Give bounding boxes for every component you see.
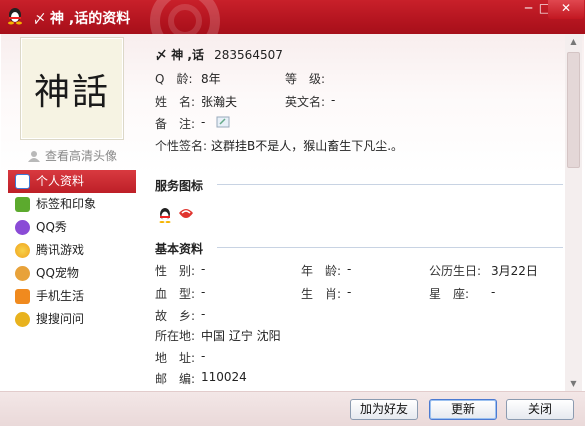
title-mark: 〆 [33, 12, 47, 27]
add-friend-button[interactable]: 加为好友 [350, 399, 418, 420]
age-label: 年 龄: [301, 264, 342, 278]
sidebar-item-label: QQ秀 [36, 220, 67, 234]
blood-type-value: - [201, 285, 206, 299]
location-value: 中国 辽宁 沈阳 [201, 329, 281, 343]
avatar[interactable]: 神話 [20, 37, 124, 140]
sidebar-item-profile[interactable]: 个人资料 [8, 170, 136, 193]
name-label: 姓 名: [155, 95, 196, 109]
zip-label: 邮 编: [155, 372, 196, 386]
scroll-up-arrow-icon[interactable]: ▲ [565, 34, 582, 49]
sidebar-item-mobile[interactable]: 手机生活 [8, 285, 136, 308]
qq-penguin-service-icon[interactable] [157, 207, 173, 223]
gender-label: 性 别: [155, 264, 196, 278]
tag-person-icon [15, 197, 30, 212]
birthday-label: 公历生日: [429, 264, 482, 278]
scroll-down-arrow-icon[interactable]: ▼ [565, 376, 582, 391]
address-value: - [201, 349, 206, 363]
hometown-value: - [201, 307, 206, 321]
age-value: - [347, 262, 352, 276]
gender-value: - [201, 262, 206, 276]
signature-label: 个性签名: [155, 139, 208, 153]
sidebar-item-games[interactable]: 腾讯游戏 [8, 239, 136, 262]
red-diamond-service-icon[interactable] [177, 207, 195, 223]
location-label: 所在地: [155, 329, 196, 343]
sidebar-item-label: 腾讯游戏 [36, 243, 85, 257]
view-hd-avatar-label: 查看高清头像 [45, 149, 118, 163]
section-divider [217, 247, 563, 248]
basic-info-heading: 基本资料 [155, 242, 204, 256]
qage-label: Q 龄: [155, 72, 193, 86]
sidebar-nav: 个人资料 标签和印象 QQ秀 腾讯游戏 QQ宠物 手机生活 搜搜问问 [8, 170, 136, 331]
english-name-value: - [331, 93, 336, 107]
sidebar-item-label: QQ宠物 [36, 266, 79, 280]
sidebar-item-label: 搜搜问问 [36, 312, 85, 326]
question-icon [15, 312, 30, 327]
zodiac-label: 生 肖: [301, 287, 342, 301]
close-button[interactable]: 关闭 [506, 399, 574, 420]
scrollbar-thumb[interactable] [567, 52, 580, 168]
blood-type-label: 血 型: [155, 287, 196, 301]
service-icons-heading: 服务图标 [155, 179, 204, 193]
sidebar-item-pet[interactable]: QQ宠物 [8, 262, 136, 285]
qage-value: 8年 [201, 72, 221, 86]
address-label: 地 址: [155, 351, 196, 365]
english-name-label: 英文名: [285, 95, 326, 109]
sidebar-item-soso[interactable]: 搜搜问问 [8, 308, 136, 331]
qqshow-icon [15, 220, 30, 235]
person-silhouette-icon [28, 151, 40, 162]
nickname-line: 〆 神 ,话 283564507 [155, 46, 283, 63]
vertical-scrollbar[interactable]: ▲ ▼ [565, 34, 582, 391]
close-window-button[interactable]: ✕ [548, 0, 584, 19]
sidebar-item-qqshow[interactable]: QQ秀 [8, 216, 136, 239]
nickname: 神 ,话 [171, 48, 204, 62]
sidebar-item-label: 手机生活 [36, 289, 85, 303]
qq-number: 283564507 [214, 48, 283, 62]
button-bar: 加为好友 更新 关闭 [0, 391, 585, 426]
birthday-value: 3月22日 [491, 264, 538, 278]
remark-value: - [201, 115, 206, 129]
nickname-mark: 〆 [155, 48, 168, 62]
sidebar-item-label: 个人资料 [36, 174, 85, 188]
section-divider [217, 184, 563, 185]
view-hd-avatar-link[interactable]: 查看高清头像 [27, 147, 117, 164]
left-panel: 神話 查看高清头像 个人资料 标签和印象 QQ秀 腾讯游戏 QQ宠物 手机生活 … [1, 34, 141, 391]
profile-card-icon [15, 174, 30, 189]
refresh-button[interactable]: 更新 [429, 399, 497, 420]
zip-value: 110024 [201, 370, 247, 384]
game-icon [15, 243, 30, 258]
qq-penguin-icon [8, 8, 22, 25]
signature-value: 这群挂B不是人，猴山畜生下凡尘.。 [211, 139, 404, 153]
window-title: 神 ,话的资料 [50, 11, 131, 27]
level-label: 等 级: [285, 72, 326, 86]
mobile-check-icon [15, 289, 30, 304]
constellation-label: 星 座: [429, 287, 470, 301]
title-decoration-inner [168, 4, 202, 38]
sidebar-item-label: 标签和印象 [36, 197, 97, 211]
constellation-value: - [491, 285, 496, 299]
sidebar-item-tags[interactable]: 标签和印象 [8, 193, 136, 216]
remark-label: 备 注: [155, 117, 196, 131]
edit-remark-icon[interactable] [216, 116, 230, 128]
title-bar[interactable]: 〆 神 ,话的资料 ─ □ ✕ [0, 0, 585, 56]
profile-content: 〆 神 ,话 283564507 Q 龄: 8年 等 级: 姓 名: 张瀚夫 英… [141, 34, 565, 391]
avatar-calligraphy: 神話 [33, 71, 110, 113]
name-value: 张瀚夫 [201, 95, 238, 109]
profile-body: 神話 查看高清头像 个人资料 标签和印象 QQ秀 腾讯游戏 QQ宠物 手机生活 … [1, 34, 584, 391]
zodiac-value: - [347, 285, 352, 299]
hometown-label: 故 乡: [155, 309, 196, 323]
pet-icon [15, 266, 30, 281]
